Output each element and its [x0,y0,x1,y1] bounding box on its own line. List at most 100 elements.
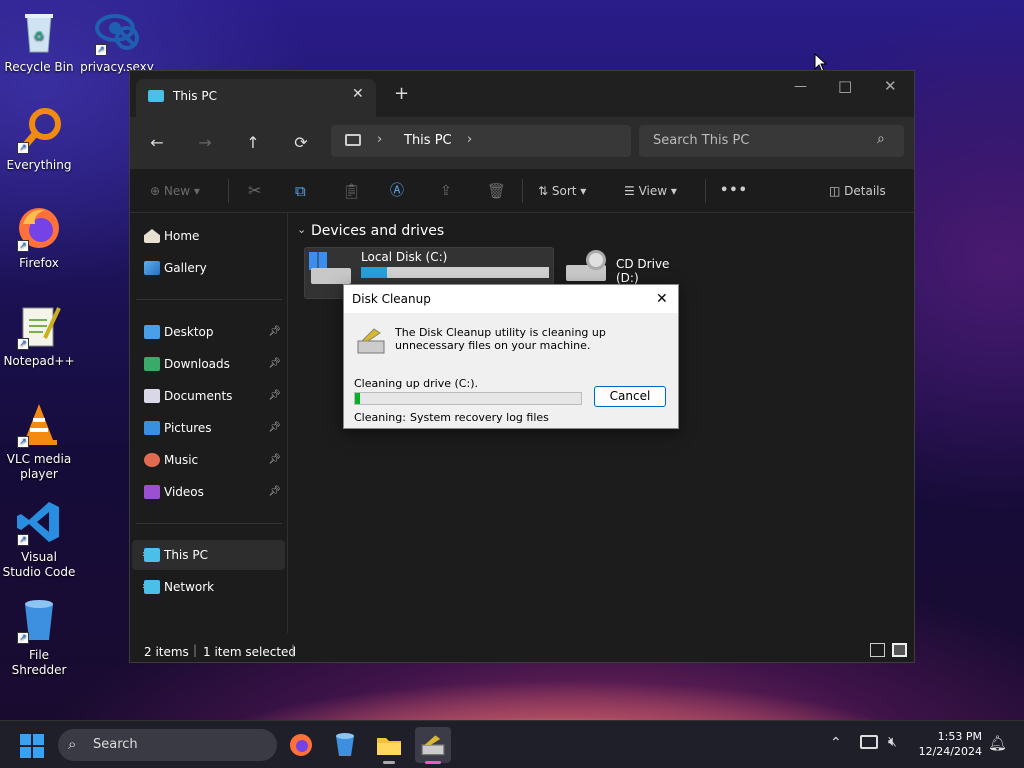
more-options-button[interactable]: ••• [720,177,748,205]
item-count: 2 items [144,645,189,659]
close-tab-icon[interactable]: ✕ [352,86,364,102]
forward-button[interactable]: → [191,129,219,157]
start-windows-icon[interactable] [20,734,44,758]
vscode-icon: ↗ [15,498,63,546]
pin-icon[interactable]: 📌︎ [268,381,281,411]
desktop-icon-vlc[interactable]: ↗ VLC media player [1,400,77,482]
search-icon: ⌕ [877,131,885,147]
back-button[interactable]: ← [143,129,171,157]
sidebar-item-desktop[interactable]: Desktop 📌︎ [132,317,285,347]
navigation-bar: ← → ↑ ⟳ › This PC › Search This PC ⌕ [130,117,914,169]
desktop-icon-privacy-sexy[interactable]: ↗ privacy.sexy [79,8,155,75]
documents-icon [144,389,160,403]
pin-icon[interactable]: 📌︎ [268,477,281,507]
sidebar-item-pictures[interactable]: Pictures 📌︎ [132,413,285,443]
pin-icon[interactable]: 📌︎ [268,317,281,347]
shortcut-arrow-icon: ↗ [17,436,29,448]
desktop-icon-label: Firefox [19,256,59,270]
desktop-icon-label: Everything [6,158,72,172]
breadcrumb-chevron-icon[interactable]: › [467,132,472,147]
sort-button[interactable]: ⇅ Sort ▾ [538,177,586,205]
maximize-button[interactable]: □ [838,77,852,95]
search-box[interactable]: Search This PC ⌕ [639,125,904,157]
up-button[interactable]: ↑ [239,129,267,157]
download-folder-icon [144,357,160,371]
desktop-icon-file-shredder[interactable]: ↗ File Shredder [1,596,77,678]
taskbar-firefox[interactable] [283,727,319,763]
details-button[interactable]: ◫ Details [829,177,886,205]
firefox-icon: ↗ [15,204,63,252]
rename-icon[interactable]: Ⓐ [390,177,404,205]
desktop-icon-recycle-bin[interactable]: ♻ Recycle Bin [1,8,77,75]
divider [136,299,282,300]
taskbar-file-explorer[interactable] [371,727,407,764]
share-icon[interactable]: ⇪ [440,177,452,205]
sidebar-item-home[interactable]: Home [132,221,285,251]
firefox-icon [290,734,312,756]
tab-title: This PC [173,89,217,103]
divider [522,179,523,203]
monitor-icon [148,90,164,102]
sort-icon: ⇅ [538,184,552,198]
desktop-folder-icon [144,325,160,339]
breadcrumb[interactable]: This PC [404,133,452,148]
tab-this-pc[interactable]: This PC ✕ [136,79,376,117]
sidebar-item-videos[interactable]: Videos 📌︎ [132,477,285,507]
section-header[interactable]: Devices and drives [311,223,444,239]
sidebar-item-this-pc[interactable]: › This PC [132,540,285,570]
delete-icon[interactable]: 🗑︎ [487,177,506,205]
collapse-chevron-icon[interactable]: ⌄ [297,223,306,236]
sidebar-item-gallery[interactable]: Gallery [132,253,285,283]
details-view-icon[interactable] [870,643,885,657]
notification-bell-icon[interactable]: 🔔︎ [988,734,1007,752]
magnifier-icon: ↗ [15,106,63,154]
desktop-icon-vscode[interactable]: ↗ Visual Studio Code [1,498,77,580]
address-bar[interactable]: › This PC › [331,125,631,157]
show-hidden-icons-chevron-icon[interactable]: ⌃ [830,735,842,751]
progress-fill [355,393,360,404]
minimize-button[interactable]: — [794,79,807,94]
gallery-icon [144,261,160,275]
paste-icon[interactable]: 📋︎ [342,177,361,205]
pin-icon[interactable]: 📌︎ [268,413,281,443]
close-window-button[interactable]: ✕ [884,77,897,95]
disk-cleanup-icon [357,328,385,354]
view-button[interactable]: ☰ View ▾ [624,177,677,205]
recycle-bin-icon: ♻ [15,8,63,56]
shortcut-arrow-icon: ↗ [17,240,29,252]
cancel-button[interactable]: Cancel [594,386,666,407]
desktop-icon-everything[interactable]: ↗ Everything [1,106,77,173]
copy-icon[interactable]: ⧉ [295,177,306,205]
new-tab-button[interactable]: + [394,83,409,104]
sidebar-item-network[interactable]: › Network [132,572,285,602]
desktop-icon-firefox[interactable]: ↗ Firefox [1,204,77,271]
clock[interactable]: 1:53 PM 12/24/2024 [912,729,982,759]
desktop-icon-notepad-plus-plus[interactable]: ↗ Notepad++ [1,302,77,369]
pin-icon[interactable]: 📌︎ [268,445,281,475]
taskbar-file-shredder[interactable] [327,727,363,763]
cut-icon[interactable]: ✂ [248,177,261,205]
taskbar-search-box[interactable]: ⌕ Search [58,729,277,761]
progress-bar [354,392,582,405]
close-dialog-button[interactable]: ✕ [656,285,668,313]
sidebar-item-music[interactable]: Music 📌︎ [132,445,285,475]
sidebar-item-documents[interactable]: Documents 📌︎ [132,381,285,411]
command-bar: ⊕ New ▾ ✂ ⧉ 📋︎ Ⓐ ⇪ 🗑︎ ⇅ Sort ▾ ☰ View ▾ … [130,169,914,213]
large-icons-view-icon[interactable] [892,643,907,657]
shredder-bin-icon [336,733,354,756]
sidebar-item-downloads[interactable]: Downloads 📌︎ [132,349,285,379]
network-status-icon[interactable] [860,735,878,749]
taskbar-disk-cleanup[interactable] [415,727,451,764]
home-icon [144,229,160,243]
running-indicator [383,761,395,764]
disk-cleanup-icon [421,735,445,756]
refresh-button[interactable]: ⟳ [287,129,315,157]
pin-icon[interactable]: 📌︎ [268,349,281,379]
volume-muted-icon[interactable]: 🔇︎ [888,734,897,750]
cleaning-label: Cleaning: [354,411,406,424]
music-icon [144,453,160,467]
new-button[interactable]: ⊕ New ▾ [150,177,200,205]
hard-drive-icon [311,268,351,284]
drive-usage-fill [361,267,388,278]
privacy-eye-icon: ↗ [93,8,141,56]
